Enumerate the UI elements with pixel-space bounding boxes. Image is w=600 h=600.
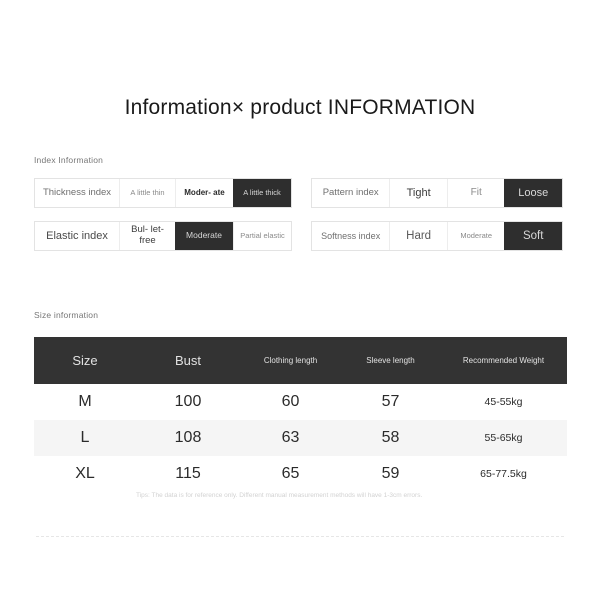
index-group-left: Thickness index A little thin Moder- ate… xyxy=(34,178,292,264)
index-option-elastic-bullet-free[interactable]: Bul- let-free xyxy=(119,222,175,250)
index-option-softness-hard[interactable]: Hard xyxy=(389,222,447,250)
index-label-elastic: Elastic index xyxy=(46,229,108,242)
table-row: XL 115 65 59 65-77.5kg xyxy=(34,456,567,492)
index-option-thickness-a-little-thick[interactable]: A little thick xyxy=(233,179,291,207)
table-header-row: Size Bust Clothing length Sleeve length … xyxy=(34,337,567,384)
cell-size: L xyxy=(80,429,90,446)
column-header-recommended-weight: Recommended Weight xyxy=(462,355,545,365)
cell-size: M xyxy=(78,393,92,410)
table-row: L 108 63 58 55-65kg xyxy=(34,420,567,456)
cell-bust: 108 xyxy=(174,429,202,446)
index-row-pattern: Pattern index Tight Fit Loose xyxy=(311,178,563,208)
column-header-size: Size xyxy=(72,353,98,368)
index-option-softness-soft[interactable]: Soft xyxy=(504,222,562,250)
index-label-pattern: Pattern index xyxy=(322,186,379,198)
cell-size: XL xyxy=(75,465,95,482)
index-row-softness: Softness index Hard Moderate Soft xyxy=(311,221,563,251)
measurement-tips: Tips: The data is for reference only. Di… xyxy=(136,492,423,499)
size-table-header: Size Bust Clothing length Sleeve length … xyxy=(34,337,567,384)
index-option-thickness-moderate[interactable]: Moder- ate xyxy=(175,179,233,207)
table-row: M 100 60 57 45-55kg xyxy=(34,384,567,420)
cell-bust: 115 xyxy=(175,465,201,482)
index-option-elastic-moderate[interactable]: Moderate xyxy=(175,222,233,250)
cell-recommended-weight: 45-55kg xyxy=(484,396,523,408)
cell-clothing-length: 65 xyxy=(281,465,300,482)
cell-sleeve-length: 57 xyxy=(381,393,400,410)
column-header-sleeve-length: Sleeve length xyxy=(366,355,415,365)
index-group-right: Pattern index Tight Fit Loose Softness i… xyxy=(311,178,563,264)
page-title: Information× product INFORMATION xyxy=(124,96,476,119)
index-label-thickness: Thickness index xyxy=(42,186,112,198)
column-header-bust: Bust xyxy=(174,353,201,368)
index-option-thickness-a-little-thin[interactable]: A little thin xyxy=(119,179,175,207)
index-option-elastic-partial-elastic[interactable]: Partial elastic xyxy=(233,222,291,250)
size-information-caption: Size information xyxy=(34,310,99,320)
index-option-pattern-tight[interactable]: Tight xyxy=(389,179,447,207)
index-row-thickness: Thickness index A little thin Moder- ate… xyxy=(34,178,292,208)
cell-clothing-length: 63 xyxy=(281,429,300,446)
cell-sleeve-length: 59 xyxy=(381,465,400,482)
index-information-caption: Index Information xyxy=(34,155,104,165)
cell-sleeve-length: 58 xyxy=(381,429,400,446)
cell-recommended-weight: 65-77.5kg xyxy=(480,468,527,480)
index-label-softness: Softness index xyxy=(321,230,381,241)
index-option-pattern-loose[interactable]: Loose xyxy=(504,179,562,207)
size-table-body: M 100 60 57 45-55kg L 108 63 58 55-65kg … xyxy=(34,384,567,492)
cell-recommended-weight: 55-65kg xyxy=(484,432,523,444)
cell-bust: 100 xyxy=(174,393,202,410)
size-table: Size Bust Clothing length Sleeve length … xyxy=(34,337,567,492)
section-divider xyxy=(36,536,564,537)
index-information-area: Thickness index A little thin Moder- ate… xyxy=(0,178,600,256)
column-header-clothing-length: Clothing length xyxy=(263,355,318,365)
index-row-elastic: Elastic index Bul- let-free Moderate Par… xyxy=(34,221,292,251)
index-option-pattern-fit[interactable]: Fit xyxy=(446,179,505,207)
cell-clothing-length: 60 xyxy=(281,393,300,410)
index-option-softness-moderate[interactable]: Moderate xyxy=(446,222,505,250)
